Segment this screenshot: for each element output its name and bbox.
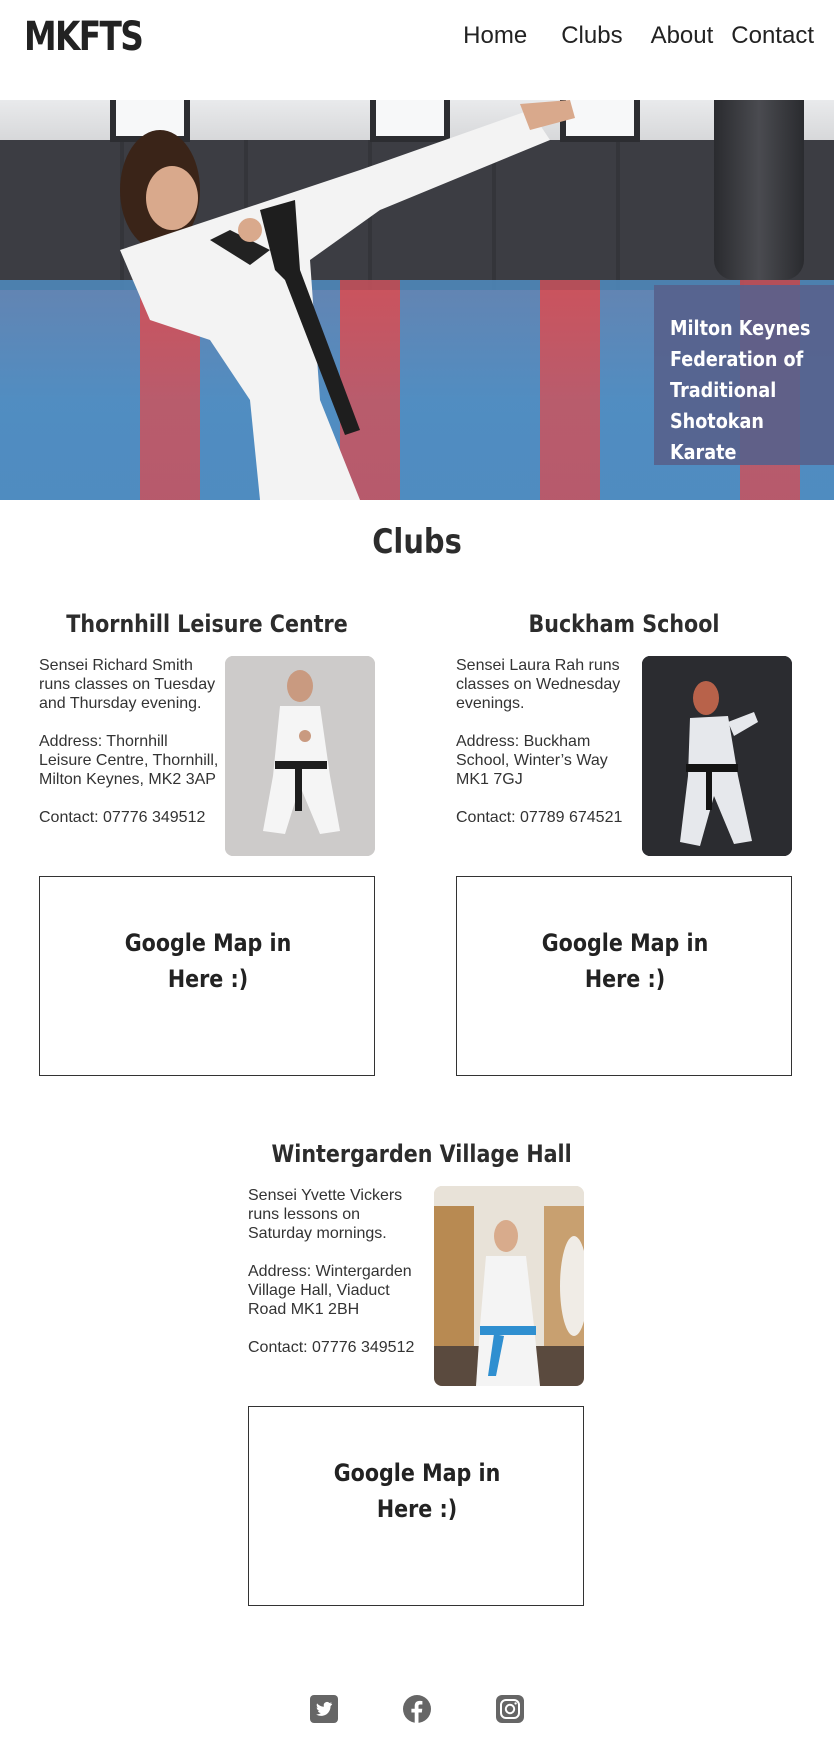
twitter-icon[interactable] [309, 1694, 339, 1724]
club-name: Wintergarden Village Hall [271, 1140, 572, 1168]
google-map-placeholder[interactable]: Google Map in Here :) [456, 876, 792, 1076]
club-description: Sensei Yvette Vickers runs lessons on Sa… [248, 1187, 403, 1242]
club-contact: Contact: 07776 349512 [248, 1339, 415, 1356]
main-nav: Home Clubs About Contact [463, 22, 814, 50]
club-description: Sensei Laura Rah runs classes on Wednesd… [456, 657, 621, 712]
hero-caption-box: Milton Keynes Federation of Traditional … [654, 285, 834, 465]
hero-karateka-image [120, 100, 575, 500]
site-logo[interactable]: MKFTS [24, 14, 144, 60]
nav-clubs-link[interactable]: Clubs [561, 22, 622, 50]
nav-contact-link[interactable]: Contact [731, 22, 814, 50]
google-map-placeholder[interactable]: Google Map in Here :) [248, 1406, 584, 1606]
club-photo [642, 656, 792, 856]
sensei-photo-image [225, 656, 375, 856]
nav-home-link[interactable]: Home [463, 22, 527, 50]
club-name: Buckham School [528, 610, 720, 638]
sensei-photo-image [642, 656, 792, 856]
map-placeholder-text: Google Map in Here :) [541, 929, 709, 993]
nav-about-link[interactable]: About [651, 22, 714, 50]
hero-training-dummy [714, 100, 804, 280]
club-card-thornhill: Thornhill Leisure Centre Sensei Richard … [39, 610, 375, 1080]
club-details: Sensei Richard Smith runs classes on Tue… [39, 656, 219, 846]
club-description: Sensei Richard Smith runs classes on Tue… [39, 657, 216, 712]
google-map-placeholder[interactable]: Google Map in Here :) [39, 876, 375, 1076]
hero-caption-text: Milton Keynes Federation of Traditional … [670, 316, 811, 464]
club-name: Thornhill Leisure Centre [66, 610, 348, 638]
club-contact: Contact: 07776 349512 [39, 809, 206, 826]
map-placeholder-text: Google Map in Here :) [333, 1459, 501, 1523]
hero-banner: Milton Keynes Federation of Traditional … [0, 100, 834, 500]
instagram-icon[interactable] [495, 1694, 525, 1724]
map-placeholder-text: Google Map in Here :) [124, 929, 292, 993]
facebook-icon[interactable] [402, 1694, 432, 1724]
club-details: Sensei Laura Rah runs classes on Wednesd… [456, 656, 636, 846]
club-photo [225, 656, 375, 856]
club-address: Address: Buckham School, Winter’s Way MK… [456, 733, 608, 788]
club-details: Sensei Yvette Vickers runs lessons on Sa… [248, 1186, 428, 1376]
club-photo [434, 1186, 584, 1386]
site-header: MKFTS Home Clubs About Contact [0, 0, 834, 100]
club-contact: Contact: 07789 674521 [456, 809, 623, 826]
club-address: Address: Thornhill Leisure Centre, Thorn… [39, 733, 219, 788]
sensei-photo-image [434, 1186, 584, 1386]
page-title: Clubs [372, 522, 462, 562]
club-card-wintergarden: Wintergarden Village Hall Sensei Yvette … [248, 1140, 584, 1610]
club-card-buckham: Buckham School Sensei Laura Rah runs cla… [456, 610, 792, 1080]
club-address: Address: Wintergarden Village Hall, Viad… [248, 1263, 412, 1318]
